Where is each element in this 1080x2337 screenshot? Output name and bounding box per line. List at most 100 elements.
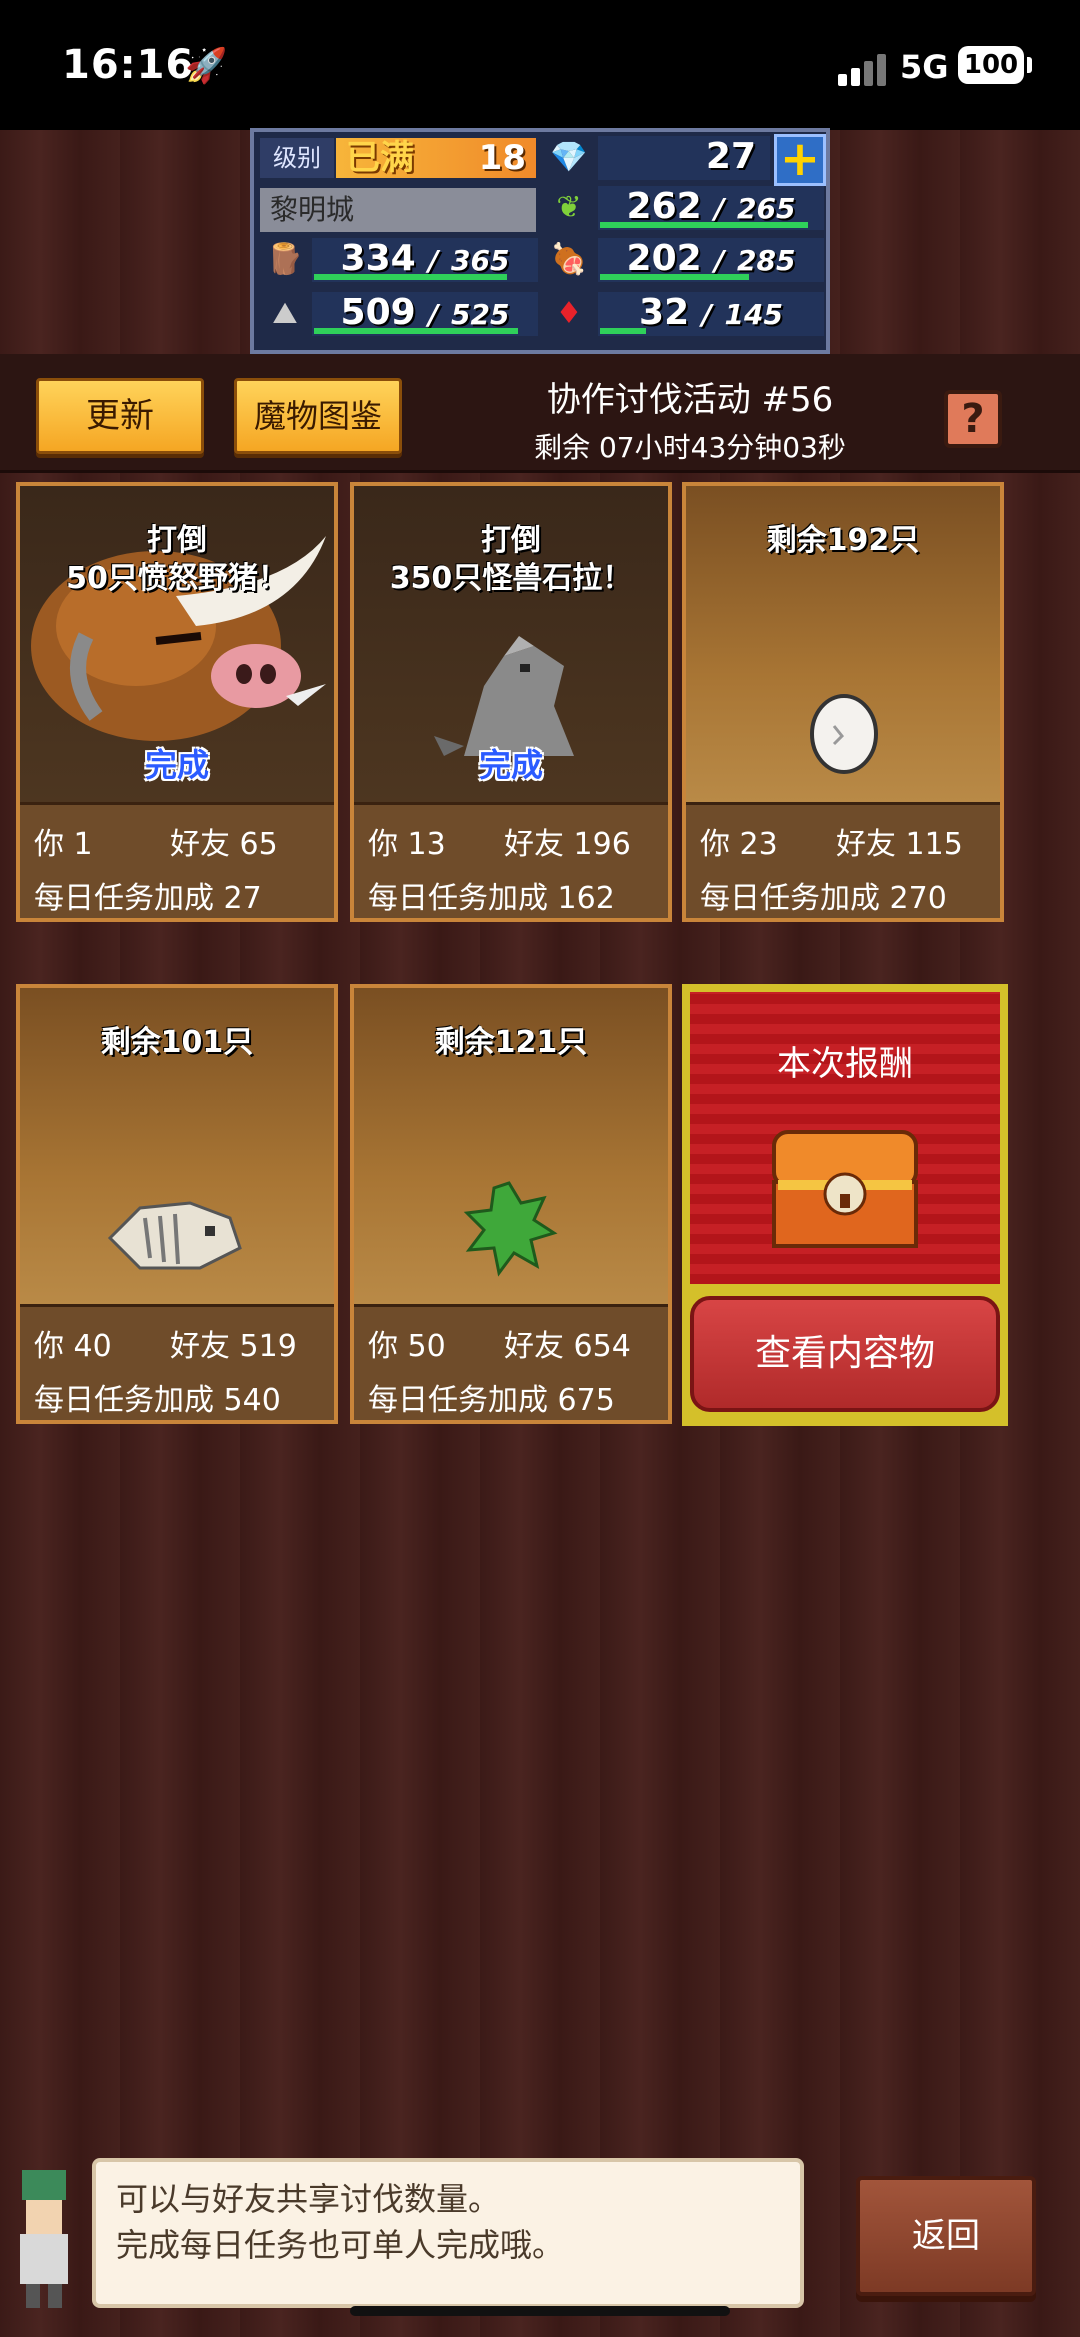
- stat-friend: 好友 654: [504, 1321, 631, 1365]
- wood-icon: 🪵: [266, 242, 304, 277]
- bonus-label: 每日任务加成: [34, 1383, 214, 1418]
- you-label: 你: [700, 827, 730, 862]
- ruby-icon: ♦: [555, 296, 583, 331]
- caption-line-1: 剩余192只: [766, 523, 920, 558]
- you-label: 你: [34, 827, 64, 862]
- treasure-chest-icon: [772, 1130, 918, 1248]
- ruby-text: 32 / 145: [598, 292, 824, 333]
- bonus-value: 270: [889, 881, 947, 916]
- grass-max: 265: [737, 192, 796, 225]
- wood-value: 334: [340, 238, 416, 279]
- stat-bonus: 每日任务加成 27: [34, 873, 324, 917]
- back-button[interactable]: 返回: [856, 2176, 1036, 2296]
- level-max-label: 已满: [346, 138, 414, 178]
- ruby-value: 32: [639, 292, 690, 333]
- wood-max: 365: [451, 244, 510, 277]
- tip-line-1: 可以与好友共享讨伐数量。: [116, 2180, 501, 2218]
- card-image-area: 打倒 50只愤怒野猪！ 完成: [20, 486, 334, 802]
- refresh-button[interactable]: 更新: [36, 378, 204, 454]
- stat-you: 你 23: [700, 819, 778, 863]
- stat-bonus: 每日任务加成 270: [700, 873, 990, 917]
- stat-you: 你 40: [34, 1321, 112, 1365]
- you-label: 你: [368, 1329, 398, 1364]
- bonus-label: 每日任务加成: [700, 881, 880, 916]
- stat-bonus: 每日任务加成 675: [368, 1375, 658, 1419]
- food-max: 285: [737, 244, 796, 277]
- rocket-icon: 🚀: [185, 46, 228, 86]
- friend-value: 115: [905, 827, 963, 862]
- card-image-area: 剩余121只: [354, 988, 668, 1304]
- complete-label: 完成: [478, 746, 543, 784]
- bonus-label: 每日任务加成: [34, 881, 214, 916]
- bonus-value: 27: [223, 881, 262, 916]
- ruby-box: 32 / 145: [598, 292, 824, 336]
- stat-friend: 好友 519: [170, 1321, 297, 1365]
- you-label: 你: [368, 827, 398, 862]
- ore-max: 525: [451, 298, 510, 331]
- bonus-value: 162: [557, 881, 615, 916]
- ore-box: 509 / 525: [312, 292, 538, 336]
- guide-character-avatar: [20, 2170, 68, 2308]
- grass-icon: ❦: [556, 190, 582, 225]
- caption-line-2: 350只怪兽石拉！: [389, 561, 633, 596]
- card-stats: 你 50 好友 654 每日任务加成 675: [354, 1304, 668, 1420]
- complete-label: 完成: [144, 746, 209, 784]
- grass-fill-bar: [600, 222, 808, 228]
- network-type: 5G: [900, 48, 949, 86]
- level-label: 级别: [260, 138, 334, 178]
- view-contents-button[interactable]: 查看内容物: [690, 1296, 1000, 1412]
- add-gems-button[interactable]: +: [774, 134, 826, 186]
- ruby-fill-bar: [600, 328, 646, 334]
- ruby-separator: /: [701, 298, 712, 331]
- quest-card-stone-monster[interactable]: 打倒 350只怪兽石拉！ 完成 你 13 好友 196 每日任务加成 162: [350, 482, 672, 922]
- grass-text: 262 / 265: [598, 186, 824, 227]
- bonus-value: 540: [223, 1383, 281, 1418]
- wood-text: 334 / 365: [312, 238, 538, 279]
- stat-you: 你 13: [368, 819, 446, 863]
- tip-line-2: 完成每日任务也可单人完成哦。: [116, 2226, 565, 2264]
- you-value: 13: [407, 827, 446, 862]
- egg-icon: [810, 694, 878, 774]
- help-button[interactable]: ?: [944, 390, 1002, 448]
- status-bar: 16:16 🚀 5G 100: [0, 0, 1080, 130]
- quest-card-skeleton[interactable]: 剩余101只 你 40 好友 519 每日任务加成 540: [16, 984, 338, 1424]
- food-separator: /: [714, 244, 725, 277]
- you-value: 50: [407, 1329, 446, 1364]
- stat-bonus: 每日任务加成 162: [368, 873, 658, 917]
- card-caption: 剩余101只: [20, 1024, 334, 1062]
- battery-icon: 100: [958, 46, 1024, 84]
- card-caption: 剩余121只: [354, 1024, 668, 1062]
- friend-label: 好友: [836, 827, 896, 862]
- caption-line-1: 打倒: [481, 523, 541, 558]
- stat-friend: 好友 115: [836, 819, 963, 863]
- stat-you: 你 50: [368, 1321, 446, 1365]
- caption-line-1: 剩余101只: [100, 1025, 254, 1060]
- friend-label: 好友: [504, 827, 564, 862]
- caption-line-1: 剩余121只: [434, 1025, 588, 1060]
- level-value: 18: [478, 138, 526, 178]
- quest-card-boar[interactable]: 打倒 50只愤怒野猪！ 完成 你 1 好友 65 每日任务加成 27: [16, 482, 338, 922]
- wood-box: 334 / 365: [312, 238, 538, 282]
- tip-dialog: 可以与好友共享讨伐数量。 完成每日任务也可单人完成哦。: [92, 2158, 804, 2308]
- card-caption: 打倒 350只怪兽石拉！: [354, 522, 668, 598]
- stat-friend: 好友 196: [504, 819, 631, 863]
- monster-book-button[interactable]: 魔物图鉴: [234, 378, 402, 454]
- friend-value: 519: [239, 1329, 297, 1364]
- friend-label: 好友: [170, 1329, 230, 1364]
- wood-separator: /: [428, 244, 439, 277]
- friend-value: 196: [573, 827, 631, 862]
- caption-line-1: 打倒: [147, 523, 207, 558]
- food-fill-bar: [600, 274, 749, 280]
- card-caption: 剩余192只: [686, 522, 1000, 560]
- quest-card-egg[interactable]: 剩余192只 你 23 好友 115 每日任务加成 270: [682, 482, 1004, 922]
- quest-card-grass-monster[interactable]: 剩余121只 你 50 好友 654 每日任务加成 675: [350, 984, 672, 1424]
- signal-icon: [838, 52, 888, 86]
- ore-icon: ⛰: [272, 296, 298, 331]
- home-indicator[interactable]: [350, 2306, 730, 2316]
- card-stats: 你 40 好友 519 每日任务加成 540: [20, 1304, 334, 1420]
- event-title: 协作讨伐活动 #56: [546, 380, 834, 420]
- card-caption: 打倒 50只愤怒野猪！: [20, 522, 334, 598]
- grass-separator: /: [714, 192, 725, 225]
- grass-box: 262 / 265: [598, 186, 824, 230]
- you-value: 40: [73, 1329, 112, 1364]
